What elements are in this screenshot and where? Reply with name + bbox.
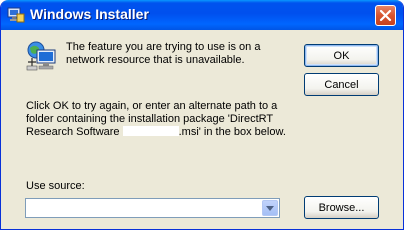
network-computer-icon: [26, 40, 58, 72]
source-label: Use source:: [26, 180, 85, 192]
installer-icon: [7, 6, 25, 24]
close-button[interactable]: [375, 5, 396, 26]
detail-message: Click OK to try again, or enter an alter…: [26, 100, 306, 139]
window-title: Windows Installer: [30, 6, 149, 22]
ok-button[interactable]: OK: [304, 44, 379, 67]
installer-window: Windows Installer The feature you are tr…: [0, 0, 404, 230]
dialog-body: The feature you are trying to use is on …: [4, 30, 400, 227]
source-input[interactable]: [26, 199, 268, 217]
redacted-region: [122, 126, 179, 136]
cancel-button[interactable]: Cancel: [304, 73, 379, 96]
error-message: The feature you are trying to use is on …: [66, 41, 261, 66]
browse-button[interactable]: Browse...: [304, 196, 379, 219]
title-bar[interactable]: Windows Installer: [1, 0, 403, 30]
detail-text-end: .msi' in the box below.: [178, 126, 286, 138]
source-combobox[interactable]: [25, 198, 280, 218]
chevron-down-icon: [266, 206, 274, 211]
close-icon: [379, 9, 392, 22]
dropdown-button[interactable]: [262, 200, 278, 216]
